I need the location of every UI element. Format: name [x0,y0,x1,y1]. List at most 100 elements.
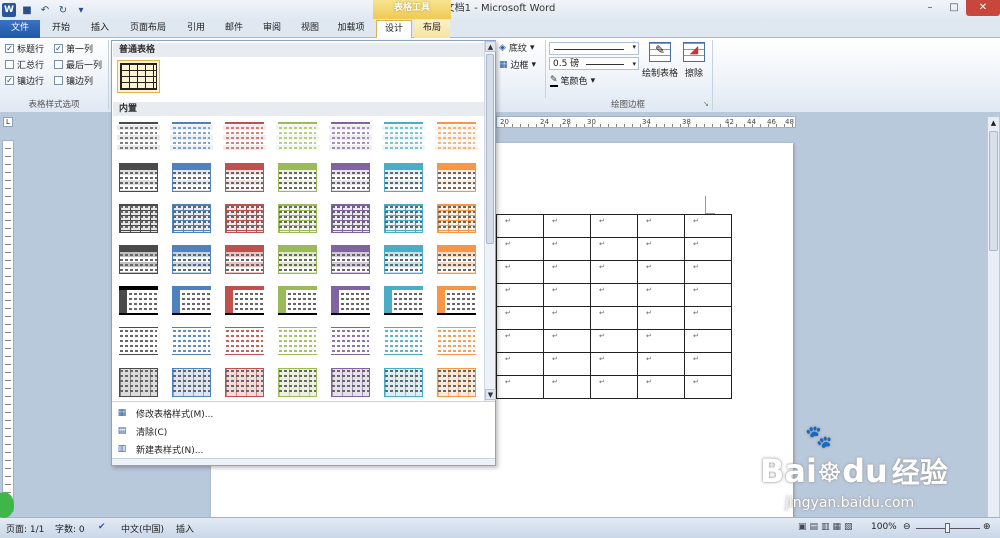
table-style-swatch[interactable] [223,161,266,194]
clear-style-menuitem[interactable]: ▤ 清除(C) [116,423,168,439]
table-style-swatch[interactable] [170,243,213,276]
table-style-swatch[interactable] [170,284,213,317]
view-buttons-icon[interactable]: ▣▤▥▦▧ [798,522,856,532]
shading-button[interactable]: ◈ 底纹 ▾ [499,41,534,55]
table-style-swatch[interactable] [117,284,160,317]
table-row[interactable]: ↵ ↵ ↵ ↵ ↵ [496,283,732,307]
table-cell[interactable]: ↵ [590,283,638,307]
modify-table-style-menuitem[interactable]: ▦ 修改表格样式(M)... [116,405,214,421]
table-cell[interactable]: ↵ [496,260,544,284]
option-total-row[interactable]: 汇总行 [5,58,44,71]
tab-layout[interactable]: 布局 [414,20,450,38]
table-cell[interactable]: ↵ [496,329,544,353]
table-style-swatch[interactable] [435,325,478,358]
gallery-scroll-thumb[interactable] [486,54,494,244]
option-banded-columns[interactable]: 镶边列 [54,74,93,87]
option-first-column[interactable]: ✓ 第一列 [54,42,93,55]
vertical-ruler[interactable] [2,140,14,512]
table-style-swatch[interactable] [223,325,266,358]
table-row[interactable]: ↵ ↵ ↵ ↵ ↵ [496,352,732,376]
borders-button[interactable]: ▦ 边框 ▾ [499,58,536,72]
tab-selector[interactable]: L [3,117,13,127]
table-style-swatch[interactable] [117,325,160,358]
table-style-swatch[interactable] [329,161,372,194]
table-cell[interactable]: ↵ [543,352,591,376]
table-style-swatch[interactable] [117,366,160,399]
checkbox[interactable]: ✓ [54,44,63,53]
table-style-swatch[interactable] [117,120,160,153]
word-app-icon[interactable]: W [2,3,16,17]
table-style-swatch[interactable] [329,284,372,317]
table-row[interactable]: ↵ ↵ ↵ ↵ ↵ [496,329,732,353]
tab-insert[interactable]: 插入 [82,20,118,38]
table-cell[interactable]: ↵ [543,329,591,353]
table-style-swatch[interactable] [170,366,213,399]
table-cell[interactable]: ↵ [637,306,685,330]
table-cell[interactable]: ↵ [543,237,591,261]
table-row[interactable]: ↵ ↵ ↵ ↵ ↵ [496,375,732,399]
table-style-swatch[interactable] [382,120,425,153]
proofing-icon[interactable]: ✔ [98,522,106,532]
table-cell[interactable]: ↵ [637,237,685,261]
table-style-swatch[interactable] [170,161,213,194]
table-style-swatch[interactable] [170,325,213,358]
table-style-swatch[interactable] [329,243,372,276]
status-language[interactable]: 中文(中国) [121,522,164,535]
customize-qat-icon[interactable]: ▾ [74,3,88,17]
table-style-swatch[interactable] [435,120,478,153]
table-cell[interactable]: ↵ [590,306,638,330]
table-style-swatch[interactable] [382,243,425,276]
table-style-swatch[interactable] [276,243,319,276]
tab-mailings[interactable]: 邮件 [216,20,252,38]
status-insert-mode[interactable]: 插入 [176,522,194,535]
dialog-launcher-icon[interactable]: ↘ [703,100,709,108]
table-cell[interactable]: ↵ [684,283,732,307]
gallery-scroll-up-icon[interactable]: ▲ [485,41,496,52]
option-banded-rows[interactable]: ✓ 镶边行 [5,74,44,87]
tab-references[interactable]: 引用 [178,20,214,38]
table-cell[interactable]: ↵ [684,306,732,330]
save-icon[interactable]: ■ [20,3,34,17]
table-style-swatch[interactable] [117,202,160,235]
table-style-swatch[interactable] [435,202,478,235]
checkbox[interactable] [54,60,63,69]
eraser-button[interactable]: ◢ 擦除 [680,42,708,86]
table-style-swatch[interactable] [276,284,319,317]
table-style-swatch[interactable] [382,284,425,317]
tab-addins[interactable]: 加载项 [330,20,372,38]
table-style-swatch[interactable] [276,120,319,153]
tab-design[interactable]: 设计 [376,20,412,39]
new-table-style-menuitem[interactable]: ▥ 新建表样式(N)... [116,441,204,457]
gallery-scrollbar[interactable]: ▲ ▼ [484,41,496,401]
table-cell[interactable]: ↵ [496,237,544,261]
table-cell[interactable]: ↵ [496,375,544,399]
checkbox[interactable] [5,60,14,69]
table-style-swatch[interactable] [223,120,266,153]
table-row[interactable]: ↵ ↵ ↵ ↵ ↵ [496,214,732,238]
tab-file[interactable]: 文件 [0,20,40,38]
table-style-swatch[interactable] [170,120,213,153]
table-cell[interactable]: ↵ [496,306,544,330]
table-style-swatch[interactable] [435,243,478,276]
tab-review[interactable]: 审阅 [254,20,290,38]
pen-weight-dropdown[interactable]: 0.5 磅 ▾ [549,57,639,70]
table-cell[interactable]: ↵ [684,237,732,261]
document-table[interactable]: ↵ ↵ ↵ ↵ ↵ ↵ ↵ ↵ ↵ ↵ ↵ ↵ ↵ ↵ ↵ ↵ ↵ ↵ ↵ ↵ ↵ ↵ ↵ ↵ ↵ ↵ ↵ ↵ ↵ ↵ ↵ ↵ ↵ ↵ ↵ ↵ ↵ ↵ ↵ ↵ [496,214,732,399]
table-move-handle[interactable] [705,196,715,214]
tab-home[interactable]: 开始 [42,20,80,38]
table-style-swatch[interactable] [276,161,319,194]
table-style-swatch[interactable] [382,161,425,194]
status-word-count[interactable]: 字数: 0 [55,522,85,535]
scroll-thumb[interactable] [989,131,998,251]
table-cell[interactable]: ↵ [684,260,732,284]
table-cell[interactable]: ↵ [684,352,732,376]
table-cell[interactable]: ↵ [684,329,732,353]
table-style-swatch[interactable] [117,161,160,194]
zoom-slider-thumb[interactable] [945,523,950,533]
option-header-row[interactable]: ✓ 标题行 [5,42,44,55]
minimize-icon[interactable]: – [918,0,942,16]
pen-color-button[interactable]: ✎ 笔颜色 ▾ [550,74,595,87]
table-cell[interactable]: ↵ [637,352,685,376]
table-cell[interactable]: ↵ [543,260,591,284]
table-style-swatch[interactable] [276,366,319,399]
